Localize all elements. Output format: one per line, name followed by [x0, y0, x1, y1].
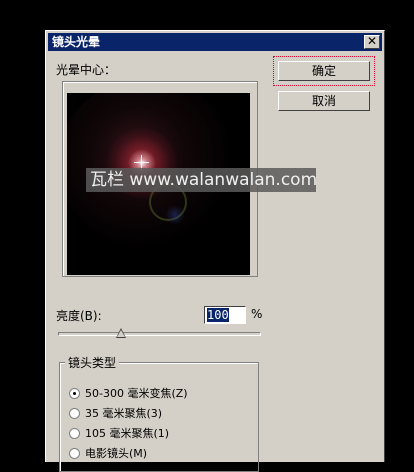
- flare-center-label: 光晕中心：: [56, 63, 117, 77]
- ok-button[interactable]: 确定: [278, 61, 370, 81]
- dialog-title: 镜头光晕: [52, 35, 101, 49]
- brightness-label: 亮度(B):: [56, 309, 102, 323]
- radio-icon[interactable]: [69, 447, 80, 459]
- lens-option-50-300[interactable]: 50-300 毫米变焦(Z): [69, 385, 188, 401]
- brightness-slider-track[interactable]: [58, 332, 261, 336]
- close-icon: ✕: [366, 34, 378, 48]
- lens-option-label: 105 毫米聚焦(1): [85, 427, 170, 440]
- radio-icon[interactable]: [69, 407, 80, 419]
- close-button[interactable]: ✕: [364, 35, 380, 49]
- flare-secondary-ring: [165, 205, 185, 225]
- radio-icon[interactable]: [69, 427, 80, 439]
- lens-option-label: 35 毫米聚焦(3): [85, 407, 163, 420]
- dialog-titlebar[interactable]: 镜头光晕 ✕: [48, 33, 382, 51]
- lens-flare-dialog: 镜头光晕 ✕ 光晕中心： 瓦栏 www.walanwalan.com 确定 取消…: [45, 30, 385, 472]
- lens-type-title: 镜头类型: [65, 354, 120, 371]
- radio-icon[interactable]: [69, 387, 80, 399]
- brightness-unit: %: [251, 307, 263, 321]
- brightness-value: 100: [207, 308, 229, 322]
- lens-option-label: 电影镜头(M): [85, 447, 148, 460]
- lens-option-label: 50-300 毫米变焦(Z): [85, 387, 188, 400]
- brightness-slider-thumb[interactable]: [116, 328, 126, 338]
- lens-option-35[interactable]: 35 毫米聚焦(3): [69, 405, 162, 421]
- lens-option-movie[interactable]: 电影镜头(M): [69, 445, 147, 461]
- watermark: 瓦栏 www.walanwalan.com: [86, 168, 317, 192]
- cancel-button[interactable]: 取消: [278, 91, 370, 111]
- lens-option-105[interactable]: 105 毫米聚焦(1): [69, 425, 169, 441]
- brightness-input[interactable]: 100: [204, 306, 246, 324]
